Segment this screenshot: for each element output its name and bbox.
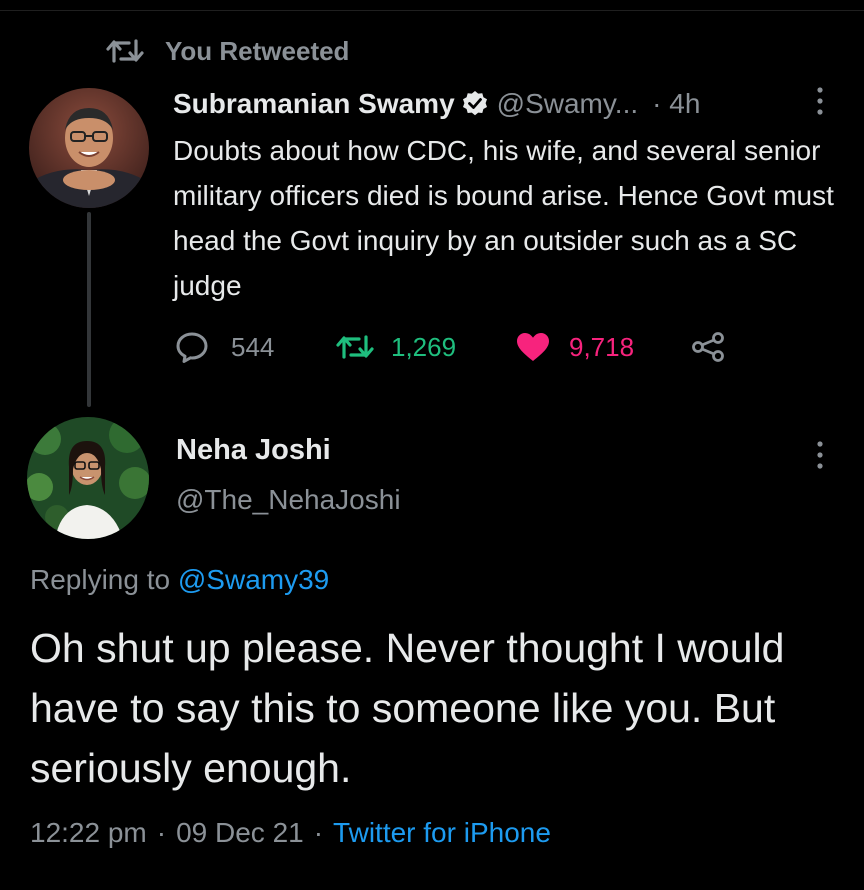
- tweet-meta: 12:22 pm · 09 Dec 21 · Twitter for iPhone: [30, 817, 551, 849]
- reply-tweet-text: Oh shut up please. Never thought I would…: [30, 625, 785, 791]
- like-count: 9,718: [569, 331, 635, 362]
- retweet-label: You Retweeted: [165, 35, 350, 66]
- retweet-count: 1,269: [391, 331, 457, 362]
- verified-badge-icon: [462, 91, 487, 116]
- action-bar: 544 1,269 9,718: [175, 327, 726, 367]
- top-divider: [0, 10, 864, 11]
- retweet-icon: [106, 39, 144, 63]
- author-name[interactable]: Subramanian Swamy: [173, 88, 455, 120]
- avatar[interactable]: [29, 88, 149, 208]
- more-icon[interactable]: [816, 440, 824, 470]
- share-button[interactable]: [690, 331, 726, 363]
- retweet-header: You Retweeted: [105, 33, 349, 69]
- tweet-time[interactable]: · 4h: [652, 88, 700, 120]
- author-handle[interactable]: @Swamy...: [497, 88, 638, 120]
- reply-author-handle[interactable]: @The_NehaJoshi: [176, 484, 401, 516]
- original-tweet-text: Doubts about how CDC, his wife, and seve…: [173, 135, 834, 301]
- heart-icon: [517, 333, 549, 361]
- meta-separator: ·: [313, 817, 324, 848]
- reply-count: 544: [231, 331, 275, 362]
- more-icon[interactable]: [816, 86, 824, 116]
- tweet-timestamp[interactable]: 12:22 pm: [30, 817, 147, 848]
- meta-separator: ·: [156, 817, 167, 848]
- reply-author-name[interactable]: Neha Joshi: [176, 434, 331, 467]
- tweet-date[interactable]: 09 Dec 21: [176, 817, 304, 848]
- replying-to-link[interactable]: @Swamy39: [178, 564, 329, 595]
- replying-prefix: Replying to: [30, 564, 171, 595]
- reply-icon: [176, 332, 208, 363]
- retweet-icon: [336, 335, 374, 359]
- share-icon: [692, 332, 724, 362]
- like-button[interactable]: 9,718: [515, 331, 690, 363]
- tweet-source-link[interactable]: Twitter for iPhone: [333, 817, 551, 848]
- original-tweet-header: Subramanian Swamy @Swamy... · 4h: [173, 84, 700, 124]
- avatar[interactable]: [27, 417, 149, 539]
- reply-button[interactable]: 544: [175, 331, 335, 363]
- thread-line: [87, 212, 91, 407]
- retweet-button[interactable]: 1,269: [335, 332, 515, 363]
- replying-to: Replying to @Swamy39: [30, 564, 329, 596]
